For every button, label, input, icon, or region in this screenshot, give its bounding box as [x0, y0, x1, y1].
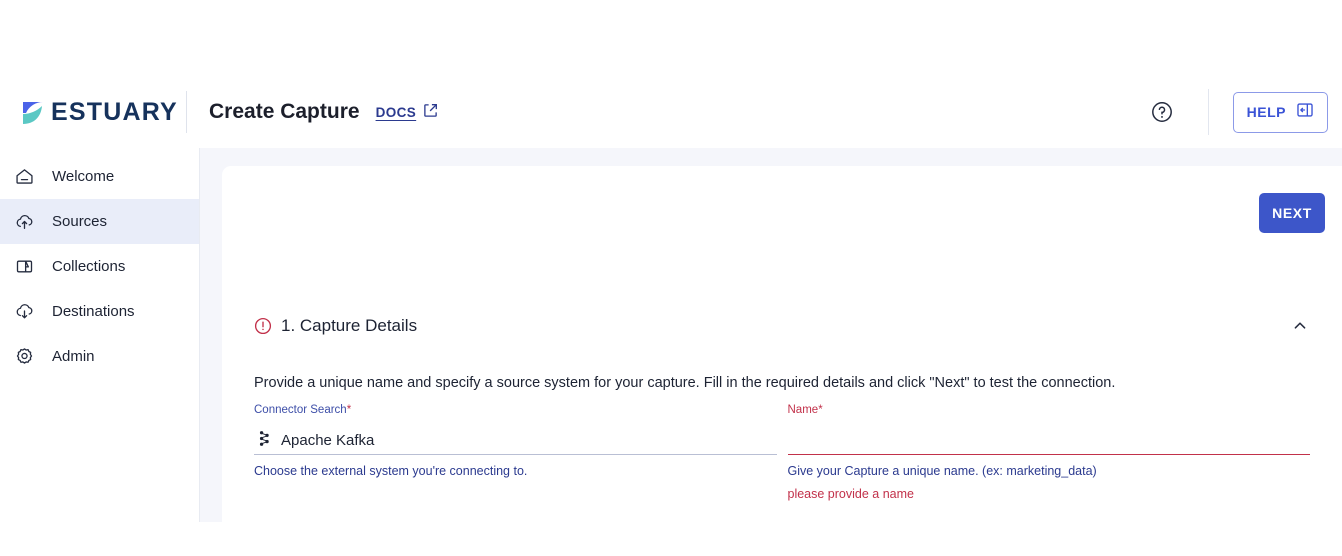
name-field-helper: Give your Capture a unique name. (ex: ma… [787, 464, 1097, 478]
error-circle-icon [254, 317, 272, 335]
home-icon [12, 166, 36, 187]
gear-icon [12, 346, 36, 367]
sidebar-item-welcome[interactable]: Welcome [0, 154, 199, 199]
page-title: Create Capture [209, 100, 360, 123]
panel-open-icon [1296, 101, 1314, 124]
docs-link-label: DOCS [375, 104, 417, 120]
header-actions: HELP [1150, 76, 1342, 148]
brand-name: ESTUARY [51, 97, 178, 126]
connector-search-input[interactable]: Apache Kafka [254, 427, 777, 455]
help-button[interactable]: HELP [1232, 91, 1328, 133]
estuary-leaf-logo-icon [20, 97, 46, 127]
cloud-upload-icon [12, 211, 36, 232]
sidebar-item-label: Welcome [52, 168, 115, 185]
brand-logo[interactable]: ESTUARY [0, 97, 178, 127]
capture-form-card: NEXT 1. Capture Details Provide a unique… [222, 166, 1342, 522]
name-field: Name* Give your Capture a unique name. (… [787, 404, 1310, 501]
app-header: ESTUARY Create Capture DOCS HELP [0, 76, 1342, 148]
external-link-icon [423, 103, 438, 121]
capture-details-fields: Connector Search* Apache Kafka Choose th… [254, 404, 1310, 501]
cloud-download-icon [12, 301, 36, 322]
header-divider [186, 91, 187, 133]
name-field-label: Name* [787, 404, 823, 416]
section-title: 1. Capture Details [281, 316, 418, 335]
form-actions: NEXT [222, 193, 1342, 233]
name-field-error: please provide a name [787, 487, 914, 501]
collections-icon [12, 256, 36, 277]
sidebar-item-admin[interactable]: Admin [0, 334, 199, 379]
sidebar-item-destinations[interactable]: Destinations [0, 289, 199, 334]
connector-search-value: Apache Kafka [281, 432, 375, 449]
name-input[interactable] [787, 427, 1310, 455]
next-button[interactable]: NEXT [1259, 193, 1325, 233]
header-divider-2 [1207, 89, 1209, 135]
chevron-up-icon[interactable] [1290, 316, 1310, 336]
sidebar-item-label: Destinations [52, 303, 135, 320]
capture-details-section-header[interactable]: 1. Capture Details [254, 316, 1310, 336]
connector-search-helper: Choose the external system you're connec… [254, 464, 528, 478]
sidebar-item-label: Admin [52, 348, 95, 365]
connector-search-field: Connector Search* Apache Kafka Choose th… [254, 404, 777, 501]
connector-search-label: Connector Search* [254, 404, 352, 416]
help-button-label: HELP [1246, 104, 1286, 120]
apache-kafka-icon [257, 430, 272, 452]
question-circle-icon[interactable] [1150, 100, 1174, 124]
section-description: Provide a unique name and specify a sour… [254, 375, 1116, 391]
app-root: ESTUARY Create Capture DOCS HELP Welcome… [0, 0, 1342, 556]
sidebar-item-collections[interactable]: Collections [0, 244, 199, 289]
sidebar-item-label: Sources [52, 213, 108, 230]
sidebar: Welcome Sources Collections Destinations… [0, 148, 200, 522]
sidebar-item-sources[interactable]: Sources [0, 199, 199, 244]
docs-link[interactable]: DOCS [376, 103, 439, 121]
sidebar-item-label: Collections [52, 258, 126, 275]
